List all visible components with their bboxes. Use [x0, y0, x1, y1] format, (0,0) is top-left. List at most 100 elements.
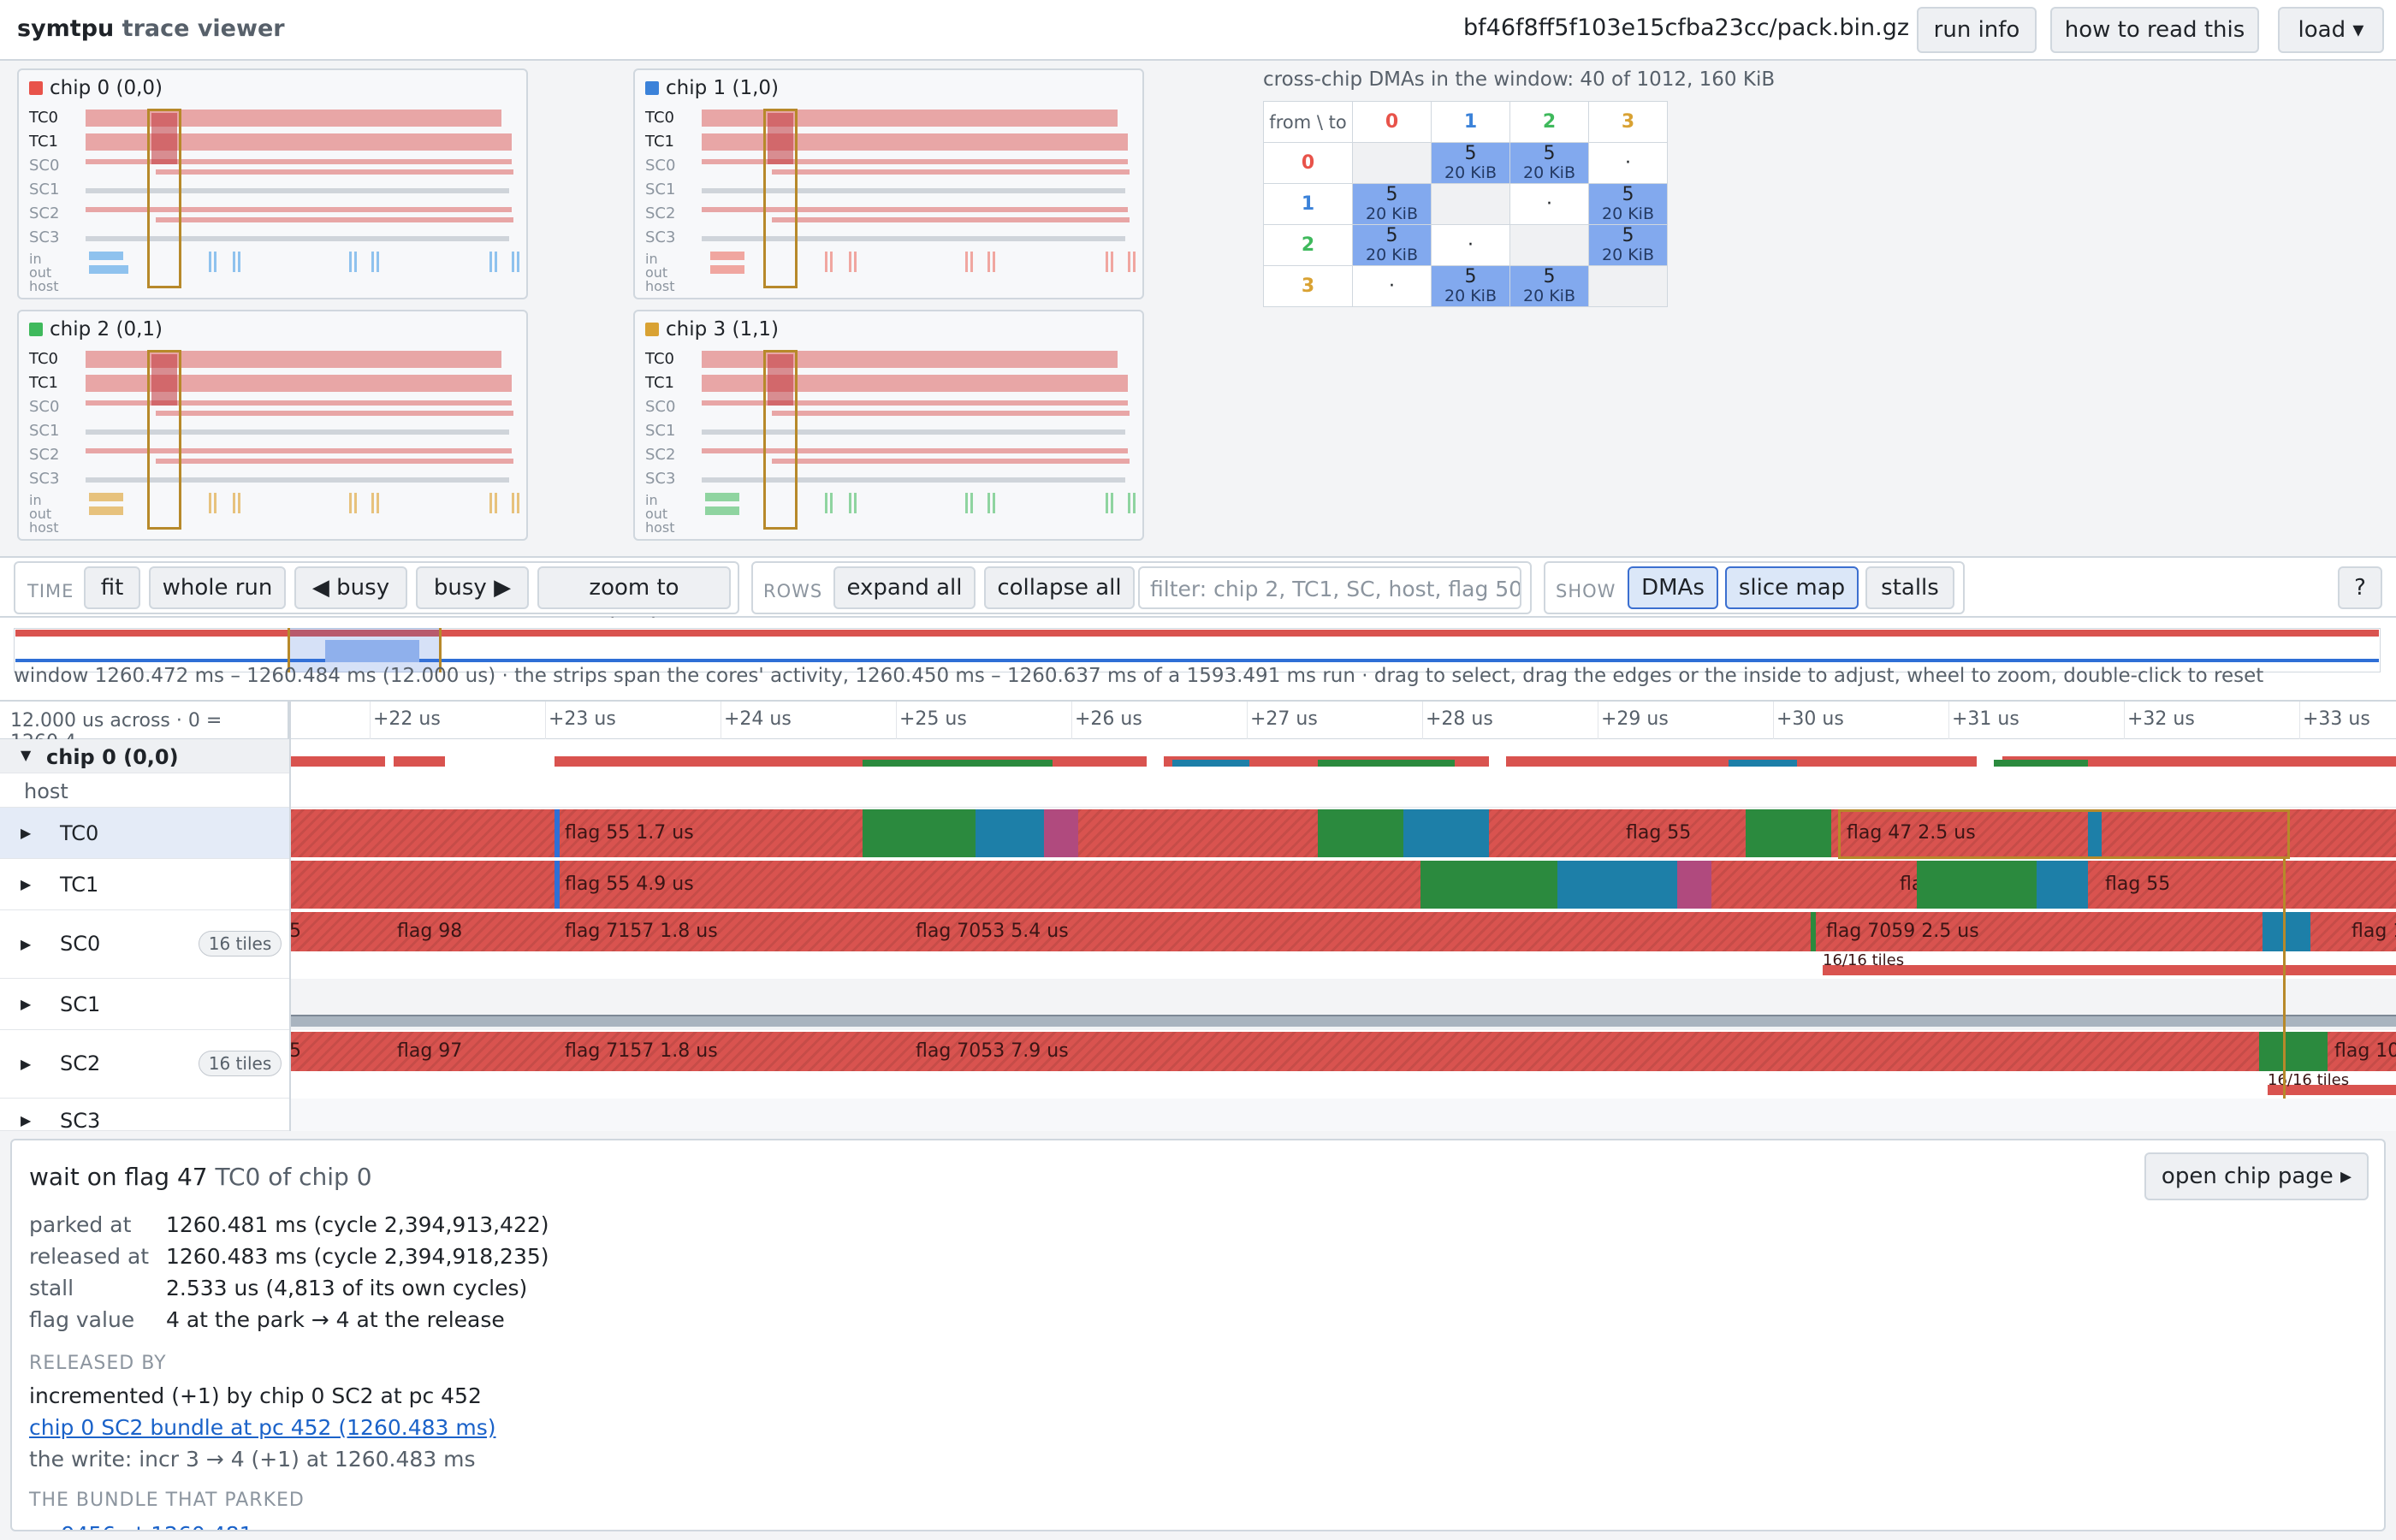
- row-sc2[interactable]: ▶ SC2 16 tiles: [0, 1030, 289, 1099]
- next-busy-button[interactable]: busy ▶: [416, 566, 529, 609]
- chip-panel[interactable]: chip 3 (1,1) TC0 TC1 SC0 SC1 SC2 SC3 in out host: [633, 310, 1144, 541]
- chip-group-name: chip 0 (0,0): [46, 745, 179, 769]
- compute-slice[interactable]: [2263, 912, 2310, 951]
- slice-map-toggle[interactable]: slice map: [1725, 566, 1859, 609]
- row-sc1[interactable]: ▶ SC1: [0, 979, 289, 1030]
- compute-slice[interactable]: [1917, 861, 2037, 909]
- compute-slice[interactable]: [1044, 809, 1078, 857]
- open-chip-page-button[interactable]: open chip page ▸: [2144, 1152, 2369, 1200]
- tiles-badge[interactable]: 16 tiles: [199, 931, 282, 957]
- chip-panel[interactable]: chip 1 (1,0) TC0 TC1 SC0 SC1 SC2 SC3 in out host: [633, 68, 1144, 299]
- sc3-lane[interactable]: [291, 1099, 2396, 1131]
- matrix-empty-cell: ·: [1588, 142, 1668, 184]
- collapse-triangle-icon[interactable]: ▼: [21, 747, 31, 763]
- mini-sc0-bar2: [772, 169, 1130, 175]
- fit-button[interactable]: fit: [84, 566, 140, 609]
- chip-panel-title[interactable]: chip 0 (0,0): [29, 77, 163, 99]
- run-info-button[interactable]: run info: [1917, 7, 2037, 53]
- field-value: 2.533 us (4,813 of its own cycles): [166, 1276, 528, 1300]
- matrix-cell[interactable]: 5 20 KiB: [1352, 224, 1432, 266]
- matrix-cell[interactable]: 5 20 KiB: [1352, 183, 1432, 225]
- stall-slice[interactable]: [1489, 809, 1746, 857]
- compute-slice[interactable]: [1811, 912, 1816, 951]
- compute-slice[interactable]: [863, 809, 976, 857]
- expand-triangle-icon[interactable]: ▶: [21, 825, 31, 841]
- axis-tick-label: +23 us: [549, 708, 616, 730]
- matrix-cell[interactable]: 5 20 KiB: [1588, 224, 1668, 266]
- mini-row-label: SC0: [645, 398, 676, 416]
- row-sc3[interactable]: ▶ SC3: [0, 1099, 289, 1133]
- host-lane: [291, 773, 2396, 808]
- matrix-cell[interactable]: 5 20 KiB: [1431, 142, 1510, 184]
- mini-window-box[interactable]: [147, 109, 181, 288]
- matrix-cell[interactable]: 5 20 KiB: [1431, 265, 1510, 307]
- chip-panel-title[interactable]: chip 2 (0,1): [29, 318, 163, 341]
- tc1-lane[interactable]: flag 55 4.9 usflag 54flag 55: [291, 859, 2396, 910]
- parked-bundle-link[interactable]: pc 9456 at 1260.481: [29, 1522, 253, 1530]
- row-label: host: [24, 779, 68, 803]
- collapse-all-button[interactable]: collapse all: [984, 566, 1135, 609]
- expand-all-button[interactable]: expand all: [833, 566, 976, 609]
- expand-triangle-icon[interactable]: ▶: [21, 936, 31, 952]
- tiles-badge[interactable]: 16 tiles: [199, 1051, 282, 1076]
- mini-window-box[interactable]: [763, 350, 798, 530]
- chip-panel-title[interactable]: chip 3 (1,1): [645, 318, 779, 341]
- compute-slice[interactable]: [2037, 861, 2088, 909]
- stall-slice[interactable]: [291, 861, 1420, 909]
- expand-triangle-icon[interactable]: ▶: [21, 876, 31, 892]
- row-sc0[interactable]: ▶ SC0 16 tiles: [0, 910, 289, 979]
- overview-strip[interactable]: [0, 618, 2396, 700]
- mini-row-label: host: [29, 519, 59, 536]
- sc2-lane[interactable]: 5 flag 97 flag 7157 1.8 us flag 7053 7.9 us…: [291, 1030, 2396, 1099]
- matrix-cell-bytes: 20 KiB: [1523, 286, 1575, 305]
- matrix-cell[interactable]: 5 20 KiB: [1588, 183, 1668, 225]
- prev-busy-button[interactable]: ◀ busy: [294, 566, 407, 609]
- mini-dma-tick: [825, 252, 833, 272]
- load-menu-button[interactable]: load ▾: [2278, 7, 2384, 53]
- matrix-cell[interactable]: 5 20 KiB: [1509, 265, 1589, 307]
- show-controls: SHOW DMAs slice map stalls: [1544, 561, 1965, 614]
- mini-row-label: TC0: [29, 350, 58, 368]
- row-tc0[interactable]: ▶ TC0: [0, 808, 289, 859]
- chip-group-header[interactable]: ▼ chip 0 (0,0): [0, 739, 289, 773]
- dmas-toggle[interactable]: DMAs: [1628, 566, 1718, 609]
- chip-panel-title[interactable]: chip 1 (1,0): [645, 77, 779, 99]
- expand-triangle-icon[interactable]: ▶: [21, 996, 31, 1012]
- chip-panel[interactable]: chip 0 (0,0) TC0 TC1 SC0 SC1 SC2 SC3 in out host: [17, 68, 528, 299]
- stall-slice[interactable]: [1078, 809, 1318, 857]
- compute-slice[interactable]: [1557, 861, 1677, 909]
- how-to-read-button[interactable]: how to read this: [2050, 7, 2259, 53]
- selected-stall-outline[interactable]: [1838, 809, 2290, 859]
- controls-bar: TIME fit whole run ◀ busy busy ▶ zoom to…: [0, 556, 2396, 640]
- zoom-to-selection-button[interactable]: zoom to selection: [537, 566, 731, 640]
- axis-tick-label: +31 us: [1952, 708, 2019, 730]
- chip-panel[interactable]: chip 2 (0,1) TC0 TC1 SC0 SC1 SC2 SC3 in out host: [17, 310, 528, 541]
- compute-slice[interactable]: [1677, 861, 1711, 909]
- mini-dma-tick: [209, 252, 217, 272]
- compute-slice[interactable]: [2259, 1032, 2328, 1071]
- sc1-lane[interactable]: [291, 979, 2396, 1030]
- compute-slice[interactable]: [1420, 861, 1557, 909]
- release-bundle-link[interactable]: chip 0 SC2 bundle at pc 452 (1260.483 ms…: [29, 1415, 496, 1440]
- matrix-cell[interactable]: 5 20 KiB: [1509, 142, 1589, 184]
- row-filter-input[interactable]: filter: chip 2, TC1, SC, host, flag 50: [1138, 566, 1521, 609]
- compute-slice[interactable]: [1403, 809, 1489, 857]
- axis-tick-mark: [1422, 702, 1423, 739]
- row-tc1[interactable]: ▶ TC1: [0, 859, 289, 910]
- row-host[interactable]: host: [0, 773, 289, 808]
- mini-window-box[interactable]: [763, 109, 798, 288]
- expand-triangle-icon[interactable]: ▶: [21, 1056, 31, 1072]
- expand-triangle-icon[interactable]: ▶: [21, 1112, 31, 1128]
- sc0-lane[interactable]: 5 flag 98 flag 7157 1.8 us flag 7053 5.4 us…: [291, 910, 2396, 979]
- mini-dma-tick: [512, 493, 520, 513]
- stall-slice[interactable]: [1711, 861, 1917, 909]
- matrix-row-header: 1: [1263, 183, 1353, 225]
- help-button[interactable]: ?: [2338, 566, 2382, 609]
- compute-slice[interactable]: [1318, 809, 1403, 857]
- compute-slice[interactable]: [1746, 809, 1831, 857]
- whole-run-button[interactable]: whole run: [149, 566, 286, 609]
- compute-slice[interactable]: [976, 809, 1044, 857]
- timeline-view[interactable]: 12.000 us across · 0 = 1260.4 +22 us +23 …: [0, 700, 2396, 1133]
- mini-window-box[interactable]: [147, 350, 181, 530]
- stalls-toggle[interactable]: stalls: [1865, 566, 1954, 609]
